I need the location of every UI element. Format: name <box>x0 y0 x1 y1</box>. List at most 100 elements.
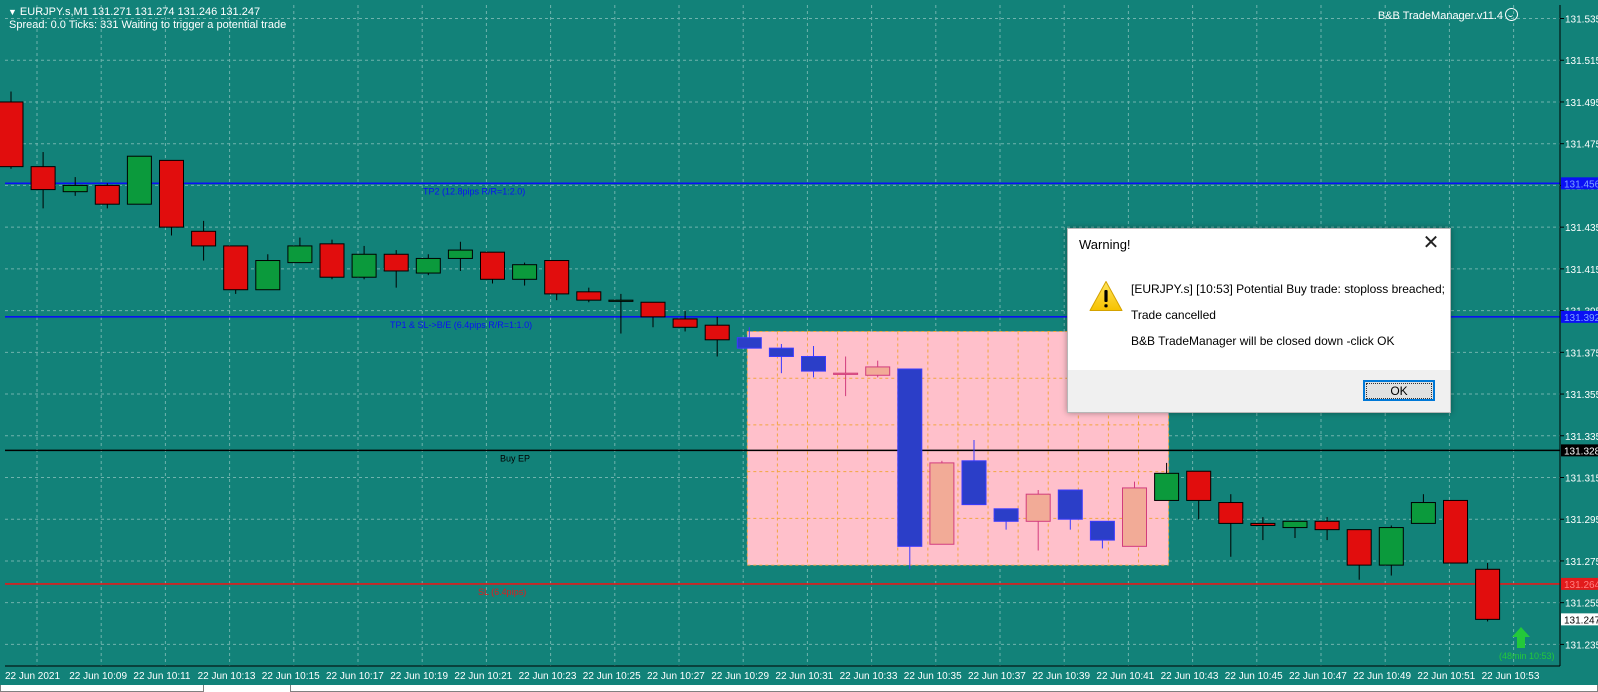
price-tick-label: 131.535 <box>1565 15 1598 26</box>
time-tick-label: 22 Jun 10:23 <box>519 671 577 682</box>
bear-candle <box>94 183 120 209</box>
level-label: SL (6.4pips) <box>478 587 526 597</box>
candle-body <box>1186 470 1212 501</box>
dialog-message-line-2: Trade cancelled <box>1131 308 1216 322</box>
candle-body <box>126 155 152 205</box>
dialog-title: Warning! <box>1079 237 1131 252</box>
bear-candle <box>0 91 24 169</box>
bear-candle <box>544 260 570 301</box>
candle-body <box>351 253 377 278</box>
candle-body <box>1025 493 1051 522</box>
time-tick-label: 22 Jun 10:25 <box>583 671 641 682</box>
close-icon[interactable]: ✕ <box>1418 232 1444 256</box>
candle-body <box>1475 568 1501 620</box>
candle-body <box>833 372 859 375</box>
price-tick-label: 131.335 <box>1565 432 1598 443</box>
candle-body <box>544 260 570 295</box>
candle-body <box>30 166 56 191</box>
time-tick-label: 22 Jun 10:19 <box>390 671 448 682</box>
time-tick-label: 22 Jun 10:35 <box>904 671 962 682</box>
candle-body <box>512 264 538 280</box>
candle-body <box>447 249 473 259</box>
current-price-tag-label: 131.247 <box>1564 615 1598 626</box>
warning-dialog: Warning! ✕ [EURJPY.s] [10:53] Potential … <box>1067 228 1451 413</box>
time-tick-label: 22 Jun 10:29 <box>711 671 769 682</box>
symbol-quote-text: EURJPY.s,M1 131.271 131.274 131.246 131.… <box>19 6 261 18</box>
candle-body <box>1218 502 1244 524</box>
candle-body <box>1346 529 1372 566</box>
chart-tab-1[interactable] <box>0 685 204 692</box>
bear-candle <box>223 245 249 294</box>
candle-body <box>897 368 923 547</box>
candle-body <box>768 347 794 357</box>
candle-body <box>1122 487 1147 547</box>
candle-body <box>801 355 826 372</box>
candle-body <box>94 184 120 205</box>
time-tick-label: 22 Jun 10:39 <box>1032 671 1090 682</box>
price-tick-label: 131.355 <box>1565 390 1598 401</box>
price-tick-label: 131.515 <box>1565 56 1598 67</box>
signal-label: (48min 10:53) <box>1499 651 1555 661</box>
price-tick-label: 131.435 <box>1565 223 1598 234</box>
candle-body <box>704 324 730 341</box>
candle-body <box>576 291 602 301</box>
price-tick-label: 131.475 <box>1565 140 1598 151</box>
candle-body <box>1378 527 1404 566</box>
dialog-footer: OK <box>1068 370 1450 412</box>
price-tick-label: 131.295 <box>1565 515 1598 526</box>
bear-candle <box>1475 563 1501 622</box>
time-tick-label: 22 Jun 10:49 <box>1353 671 1411 682</box>
time-tick-label: 22 Jun 10:37 <box>968 671 1026 682</box>
ea-name-label: B&B TradeManager.v11.4 <box>1378 8 1518 22</box>
price-tick-label: 131.415 <box>1565 265 1598 276</box>
price-tick-label: 131.495 <box>1565 98 1598 109</box>
time-tick-label: 22 Jun 10:15 <box>262 671 320 682</box>
candle-body <box>415 257 441 274</box>
bear-candle <box>319 239 345 280</box>
bull-candle <box>126 155 152 205</box>
time-tick-label: 22 Jun 10:43 <box>1161 671 1219 682</box>
time-tick-label: 22 Jun 10:53 <box>1482 671 1540 682</box>
bottom-tab-strip <box>0 685 1598 692</box>
price-tag-label: 131.392 <box>1564 313 1598 324</box>
candle-body <box>1314 520 1340 531</box>
price-tick-label: 131.255 <box>1565 599 1598 610</box>
time-tick-label: 22 Jun 10:17 <box>326 671 384 682</box>
level-label: Buy EP <box>500 453 530 463</box>
candle-body <box>383 253 409 272</box>
dialog-message-line-1: [EURJPY.s] [10:53] Potential Buy trade: … <box>1131 282 1445 296</box>
time-tick-label: 22 Jun 10:41 <box>1096 671 1154 682</box>
candle-body <box>1410 502 1436 524</box>
time-tick-label: 22 Jun 10:33 <box>840 671 898 682</box>
price-tick-label: 131.275 <box>1565 557 1598 568</box>
chart-tab-2[interactable] <box>290 685 1598 692</box>
candle-body <box>62 184 88 193</box>
time-tick-label: 22 Jun 10:11 <box>133 671 191 682</box>
candle-body <box>1443 499 1468 564</box>
candle-body <box>159 159 184 228</box>
symbol-quote-line: ▼ EURJPY.s,M1 131.271 131.274 131.246 131… <box>8 6 260 18</box>
candle-body <box>223 245 249 291</box>
candle-body <box>929 462 955 545</box>
candle-body <box>1282 520 1308 529</box>
collapse-triangle-icon[interactable]: ▼ <box>8 7 17 17</box>
time-tick-label: 22 Jun 10:31 <box>775 671 833 682</box>
time-tick-label: 22 Jun 10:09 <box>69 671 127 682</box>
time-tick-label: 22 Jun 10:45 <box>1225 671 1283 682</box>
price-tick-label: 131.315 <box>1565 473 1598 484</box>
time-tick-label: 22 Jun 10:51 <box>1417 671 1475 682</box>
price-tag-label: 131.264 <box>1564 580 1598 591</box>
level-label: TP2 (12.8pips R/R=1:2.0) <box>423 186 525 196</box>
price-tag-label: 131.456 <box>1564 179 1598 190</box>
candle-body <box>993 508 1019 522</box>
time-tick-label: 22 Jun 10:47 <box>1289 671 1347 682</box>
time-tick-label: 22 Jun 10:27 <box>647 671 705 682</box>
warning-triangle-icon <box>1089 281 1123 311</box>
ok-button[interactable]: OK <box>1363 380 1435 401</box>
bear-candle <box>1443 499 1468 564</box>
ea-status-line: Spread: 0.0 Ticks: 331 Waiting to trigge… <box>9 19 287 31</box>
candle-body <box>255 260 281 291</box>
price-tick-label: 131.375 <box>1565 348 1598 359</box>
time-tick-label: 22 Jun 2021 <box>5 671 60 682</box>
bull-candle <box>929 460 955 545</box>
